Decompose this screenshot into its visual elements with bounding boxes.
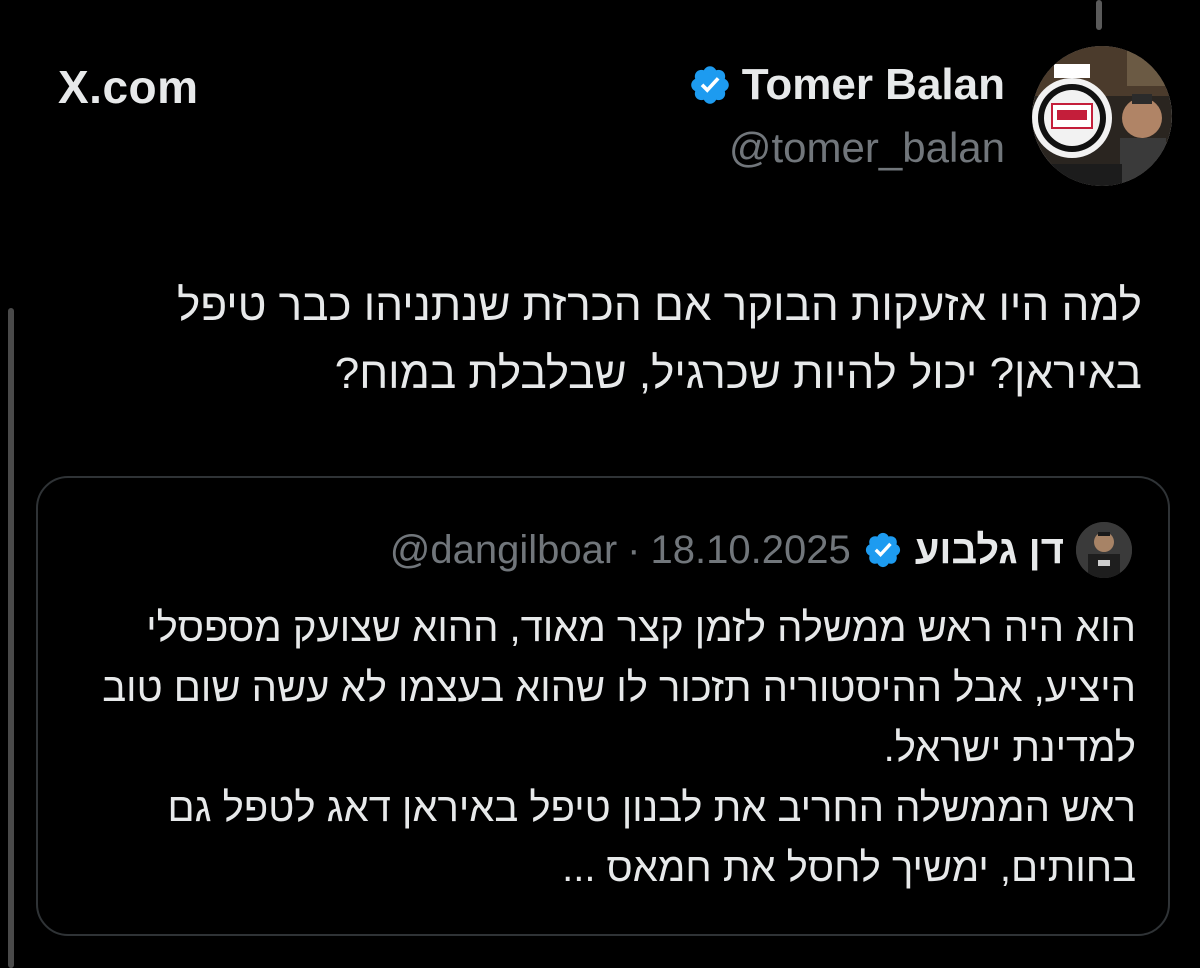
author-name[interactable]: Tomer Balan	[742, 60, 1005, 110]
quoted-paragraph: ראש הממשלה החריב את לבנון טיפל באיראן דא…	[167, 786, 1136, 890]
quoted-author-avatar[interactable]	[1076, 522, 1132, 578]
meta-separator: ·	[627, 527, 641, 572]
quoted-tweet-card[interactable]: דן גלבוע @dangilboar · 18.10.2025 הוא הי…	[36, 476, 1170, 936]
author-avatar[interactable]	[1032, 46, 1172, 186]
thread-connector-line	[1096, 0, 1102, 30]
quoted-tweet-meta: @dangilboar · 18.10.2025	[390, 528, 851, 573]
author-handle[interactable]: @tomer_balan	[688, 124, 1005, 172]
quoted-author-name[interactable]: דן גלבוע	[915, 528, 1064, 573]
scrollbar[interactable]	[8, 308, 14, 968]
quoted-tweet-header: דן גלבוע @dangilboar · 18.10.2025	[390, 522, 1132, 578]
tweet-author[interactable]: Tomer Balan @tomer_balan	[688, 60, 1005, 172]
site-label: X.com	[58, 61, 199, 113]
quoted-author-handle[interactable]: @dangilboar	[390, 528, 617, 573]
quoted-paragraph: הוא היה ראש ממשלה לזמן קצר מאוד, ההוא שצ…	[102, 606, 1136, 770]
quoted-tweet-text: הוא היה ראש ממשלה לזמן קצר מאוד, ההוא שצ…	[78, 598, 1136, 898]
verified-badge-icon	[863, 530, 903, 570]
quoted-tweet-date[interactable]: 18.10.2025	[651, 528, 851, 573]
verified-badge-icon	[688, 63, 732, 107]
tweet-text: למה היו אזעקות הבוקר אם הכרזת שנתניהו כב…	[177, 281, 1142, 398]
